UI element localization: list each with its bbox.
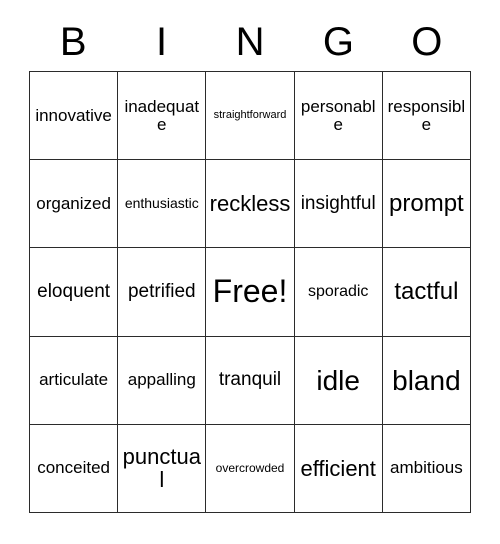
bingo-cell-label: reckless (209, 191, 291, 217)
bingo-cell-label: tranquil (218, 369, 282, 391)
bingo-cell-label: ambitious (390, 458, 463, 478)
header-letter-n: N (235, 19, 265, 64)
bingo-cell-label: personable (300, 96, 376, 134)
bingo-cell-o4[interactable]: bland (382, 336, 471, 425)
bingo-cell-o2[interactable]: prompt (382, 160, 471, 249)
bingo-cell-label: straightforward (213, 108, 287, 121)
bingo-cell-n2[interactable]: reckless (206, 160, 295, 249)
bingo-cell-label: inadequate (124, 96, 200, 134)
bingo-cell-g2[interactable]: insightful (294, 160, 383, 249)
bingo-cell-g4[interactable]: idle (294, 336, 383, 425)
header-letter-o: O (411, 19, 443, 64)
bingo-cell-label: punctual (122, 444, 201, 493)
bingo-cell-g3[interactable]: sporadic (294, 248, 383, 337)
bingo-cell-label: idle (316, 364, 360, 396)
bingo-cell-b1[interactable]: innovative (30, 72, 119, 161)
bingo-header-row: B I N G O (29, 12, 471, 71)
bingo-cell-label: efficient (300, 455, 376, 481)
bingo-cell-b5[interactable]: conceited (30, 424, 119, 513)
bingo-cell-n1[interactable]: straightforward (206, 72, 295, 161)
bingo-cell-g1[interactable]: personable (294, 72, 383, 161)
bingo-cell-o1[interactable]: responsible (382, 72, 471, 161)
bingo-cell-b4[interactable]: articulate (30, 336, 119, 425)
bingo-cell-i2[interactable]: enthusiastic (118, 160, 207, 249)
bingo-cell-i3[interactable]: petrified (118, 248, 207, 337)
bingo-cell-label: innovative (35, 105, 112, 125)
bingo-cell-label: prompt (389, 190, 464, 218)
bingo-cell-label: organized (36, 193, 111, 213)
bingo-cell-label: overcrowded (215, 461, 285, 476)
header-letter-i: I (156, 19, 168, 64)
bingo-card: B I N G O innovative inadequate straight… (0, 0, 500, 544)
bingo-cell-b3[interactable]: eloquent (30, 248, 119, 337)
free-space-label: Free! (212, 273, 288, 310)
bingo-cell-label: articulate (39, 370, 109, 390)
bingo-cell-label: eloquent (37, 281, 111, 303)
bingo-cell-label: petrified (127, 281, 196, 303)
bingo-cell-o3[interactable]: tactful (382, 248, 471, 337)
header-letter-g: G (322, 19, 354, 64)
header-letter-b: B (59, 19, 87, 64)
bingo-cell-n5[interactable]: overcrowded (206, 424, 295, 513)
bingo-cell-free-space[interactable]: Free! (206, 248, 295, 337)
bingo-cell-b2[interactable]: organized (30, 160, 119, 249)
bingo-cell-g5[interactable]: efficient (294, 424, 383, 513)
bingo-cell-i4[interactable]: appalling (118, 336, 207, 425)
bingo-grid: innovative inadequate straightforward pe… (29, 71, 471, 513)
bingo-cell-label: tactful (394, 278, 459, 306)
bingo-cell-label: responsible (387, 96, 466, 134)
bingo-cell-i5[interactable]: punctual (118, 424, 207, 513)
bingo-cell-i1[interactable]: inadequate (118, 72, 207, 161)
bingo-cell-label: sporadic (307, 282, 369, 300)
bingo-cell-label: insightful (300, 192, 376, 214)
bingo-cell-n4[interactable]: tranquil (206, 336, 295, 425)
bingo-cell-label: enthusiastic (124, 195, 199, 212)
bingo-cell-label: appalling (127, 370, 196, 390)
bingo-cell-o5[interactable]: ambitious (382, 424, 471, 513)
bingo-cell-label: bland (392, 364, 461, 396)
bingo-cell-label: conceited (37, 458, 110, 478)
